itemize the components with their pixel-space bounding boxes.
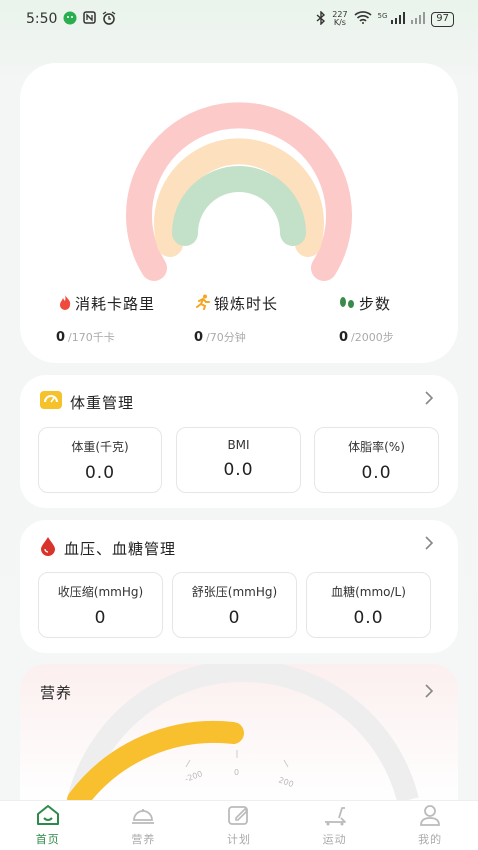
nfc-icon [83, 11, 97, 27]
net-speed-unit: K/s [333, 18, 346, 27]
status-right: 227 K/s 5G 97 [316, 9, 454, 28]
tab-profile-label: 我的 [418, 833, 443, 846]
exercise-label: 锻炼时长 [195, 293, 278, 314]
weight-box[interactable]: 体重(千克) 0.0 [38, 427, 162, 493]
status-time: 5:50 [26, 11, 58, 27]
edit-icon [226, 804, 252, 829]
weight-header: 体重管理 [40, 391, 134, 413]
gauge-tick-label-plus: 200 [277, 775, 294, 789]
steps-ring [172, 166, 306, 246]
calories-value: 0 /170千卡 [56, 329, 115, 345]
tab-profile[interactable]: 我的 [390, 804, 470, 847]
tab-nutrition[interactable]: 营养 [103, 804, 183, 847]
sim-signal-icon [411, 11, 426, 27]
wifi-icon [354, 11, 372, 27]
calories-current: 0 [56, 330, 66, 345]
exercise-label-text: 锻炼时长 [214, 295, 279, 313]
tab-plan-label: 计划 [226, 833, 251, 846]
bottom-tab-bar: 首页 营养 计划 运动 我的 [0, 800, 478, 850]
gauge-tick-label-minus: -200 [184, 769, 204, 784]
battery-icon: 97 [431, 11, 454, 27]
tab-exercise[interactable]: 运动 [295, 804, 375, 847]
calories-label-text: 消耗卡路里 [75, 295, 156, 313]
steps-current: 0 [339, 330, 349, 345]
blood-header: 血压、血糖管理 [40, 536, 176, 560]
home-icon [35, 804, 61, 829]
user-icon [417, 804, 443, 829]
tab-home[interactable]: 首页 [8, 804, 88, 847]
steps-label: 步数 [338, 293, 391, 314]
tab-plan[interactable]: 计划 [199, 804, 279, 847]
flame-icon [58, 294, 72, 314]
gauge-tick-mark [283, 759, 289, 768]
dish-icon [130, 804, 156, 829]
bmi-value: 0.0 [223, 460, 254, 480]
alarm-icon [102, 10, 116, 28]
bmi-box[interactable]: BMI 0.0 [176, 427, 301, 493]
steps-target: /2000步 [351, 331, 394, 344]
gauge-tick-label-zero: 0 [234, 768, 239, 777]
blood-sugar-value: 0.0 [353, 608, 384, 628]
steps-value: 0 /2000步 [339, 329, 394, 345]
blood-drop-icon [40, 536, 56, 560]
running-icon [195, 294, 211, 314]
exercise-current: 0 [194, 330, 204, 345]
cellular-signal-icon: 5G [377, 11, 406, 27]
diastolic-box[interactable]: 舒张压(mmHg) 0 [172, 572, 297, 638]
blood-sugar-label: 血糖(mmo/L) [331, 585, 406, 599]
activity-card[interactable]: 消耗卡路里 锻炼时长 步数 0 /170千卡 0 /70分钟 0 /2000步 [20, 63, 458, 363]
exercise-target: /70分钟 [206, 331, 246, 344]
tab-nutrition-label: 营养 [131, 833, 156, 846]
systolic-label: 收压缩(mmHg) [57, 585, 144, 599]
weight-card[interactable]: 体重管理 体重(千克) 0.0 BMI 0.0 体脂率(%) 0.0 [20, 375, 458, 508]
diastolic-label: 舒张压(mmHg) [191, 585, 278, 599]
systolic-value: 0 [94, 608, 107, 628]
tab-home-label: 首页 [35, 833, 60, 846]
blood-card[interactable]: 血压、血糖管理 收压缩(mmHg) 0 舒张压(mmHg) 0 血糖(mmo/L… [20, 520, 458, 653]
steps-label-text: 步数 [359, 295, 392, 313]
weight-chevron-right-icon[interactable] [424, 387, 434, 411]
calories-target: /170千卡 [68, 331, 115, 344]
exercise-value: 0 /70分钟 [194, 329, 246, 345]
body-fat-box[interactable]: 体脂率(%) 0.0 [314, 427, 439, 493]
signal-type: 5G [377, 11, 388, 20]
gauge-tick-mark [185, 759, 191, 768]
nutrition-gauge: -200 0 200 [67, 664, 419, 800]
weight-title: 体重管理 [70, 393, 135, 412]
bluetooth-icon [316, 9, 326, 28]
scale-icon [40, 391, 62, 413]
net-speed: 227 K/s [332, 11, 347, 27]
activity-rings [126, 102, 352, 281]
wechat-icon [63, 11, 77, 28]
diastolic-value: 0 [228, 608, 241, 628]
tab-exercise-label: 运动 [322, 833, 347, 846]
blood-title: 血压、血糖管理 [64, 539, 177, 558]
calories-label: 消耗卡路里 [58, 293, 155, 314]
footprint-icon [338, 295, 356, 313]
treadmill-icon [322, 804, 348, 829]
bmi-label: BMI [227, 438, 250, 452]
status-bar: 5:50 227 K/s 5G 97 [0, 0, 478, 38]
blood-sugar-box[interactable]: 血糖(mmo/L) 0.0 [306, 572, 431, 638]
status-left: 5:50 [26, 10, 116, 28]
body-fat-value: 0.0 [361, 463, 392, 483]
weight-value: 0.0 [84, 463, 116, 483]
blood-chevron-right-icon[interactable] [424, 532, 434, 556]
weight-label: 体重(千克) [71, 440, 129, 454]
body-fat-label: 体脂率(%) [348, 440, 405, 454]
systolic-box[interactable]: 收压缩(mmHg) 0 [38, 572, 163, 638]
